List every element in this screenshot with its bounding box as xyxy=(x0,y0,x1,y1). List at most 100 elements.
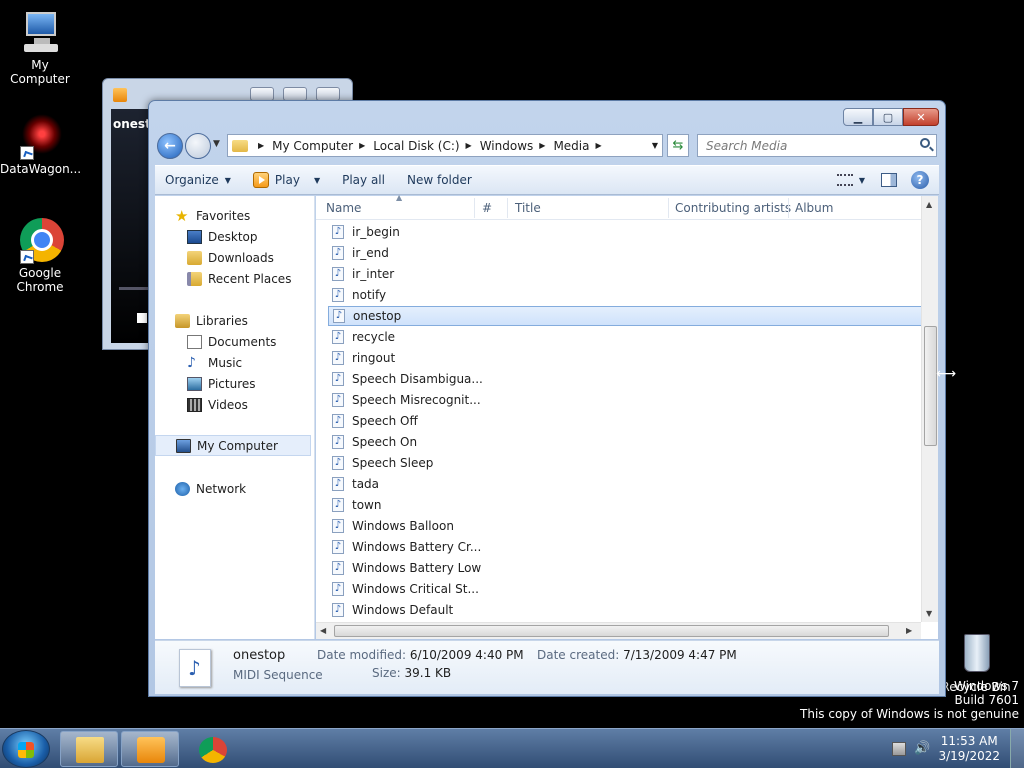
desktop-icon-my-computer[interactable]: My Computer xyxy=(0,8,80,86)
file-row[interactable]: ♪ notify xyxy=(328,285,922,305)
column-divider[interactable] xyxy=(474,198,475,218)
file-row[interactable]: ♪ Speech Disambigua... xyxy=(328,369,922,389)
scroll-up-icon[interactable]: ▲ xyxy=(926,200,932,209)
search-input[interactable]: Search Media xyxy=(706,139,787,153)
recent-pages-dropdown[interactable]: ▼ xyxy=(213,139,220,149)
play-all-button[interactable]: Play all xyxy=(342,173,385,187)
maximize-button[interactable] xyxy=(283,87,307,101)
nav-item-my-computer[interactable]: My Computer xyxy=(155,435,311,456)
minimize-button[interactable] xyxy=(250,87,274,101)
forward-button[interactable] xyxy=(185,133,211,159)
file-row[interactable]: ♪ ir_end xyxy=(328,243,922,263)
column-header-number[interactable]: # xyxy=(482,201,492,215)
organize-button[interactable]: Organize ▼ xyxy=(165,173,231,187)
file-row[interactable]: ♪ Windows Battery Low xyxy=(328,558,922,578)
desktop-icon-datawagon[interactable]: DataWagon... xyxy=(0,112,81,176)
scroll-down-icon[interactable]: ▼ xyxy=(926,609,932,618)
music-note-icon: ♪ xyxy=(187,354,196,371)
breadcrumb-separator-icon[interactable]: ▶ xyxy=(466,141,472,150)
column-header-title[interactable]: Title xyxy=(515,201,541,215)
file-row[interactable]: ♪ Windows Default xyxy=(328,600,922,620)
scroll-left-icon[interactable]: ◀ xyxy=(320,626,326,635)
file-row[interactable]: ♪ Windows Battery Cr... xyxy=(328,537,922,557)
network-status-icon[interactable] xyxy=(892,742,906,756)
breadcrumb-windows[interactable]: Windows xyxy=(480,139,534,153)
breadcrumb-separator-icon[interactable]: ▶ xyxy=(359,141,365,150)
file-row[interactable]: ♪ Speech Sleep xyxy=(328,453,922,473)
breadcrumb-separator-icon[interactable]: ▶ xyxy=(258,141,264,150)
vertical-scroll-thumb[interactable] xyxy=(924,326,937,446)
close-button[interactable]: ✕ xyxy=(903,108,939,126)
minimize-button[interactable]: ▁ xyxy=(843,108,873,126)
clock[interactable]: 11:53 AM 3/19/2022 xyxy=(938,734,1000,764)
file-row[interactable]: ♪ Windows Critical St... xyxy=(328,579,922,599)
taskbar-media-player-button[interactable] xyxy=(121,731,179,767)
column-divider[interactable] xyxy=(507,198,508,218)
nav-item-favorites[interactable]: ★ Favorites xyxy=(155,205,311,226)
column-header-name[interactable]: Name xyxy=(326,201,361,215)
nav-item-videos[interactable]: Videos xyxy=(155,394,311,415)
volume-icon[interactable]: 🔊 xyxy=(914,742,930,756)
file-row[interactable]: ♪ ir_begin xyxy=(328,222,922,242)
taskbar-chrome-button[interactable] xyxy=(183,731,241,767)
play-button[interactable]: Play ▼ xyxy=(252,172,320,188)
nav-item-network[interactable]: Network xyxy=(155,478,311,499)
maximize-button[interactable]: ▢ xyxy=(873,108,903,126)
column-header-album[interactable]: Album xyxy=(795,201,833,215)
preview-pane-icon[interactable] xyxy=(881,173,897,187)
vertical-scrollbar[interactable]: ▲ ▼ xyxy=(921,196,938,622)
size-label: Size: xyxy=(372,666,401,680)
start-button[interactable] xyxy=(2,730,50,768)
search-icon[interactable] xyxy=(920,138,930,148)
views-icon[interactable] xyxy=(836,174,853,186)
nav-item-libraries[interactable]: Libraries xyxy=(155,310,311,331)
nav-item-downloads[interactable]: Downloads xyxy=(155,247,311,268)
explorer-window[interactable]: ▁ ▢ ✕ ← ▼ ▶ My Computer ▶ Local Disk (C:… xyxy=(148,100,946,697)
nav-item-music[interactable]: ♪ Music xyxy=(155,352,311,373)
watermark-line: This copy of Windows is not genuine xyxy=(800,707,1019,721)
play-all-label: Play all xyxy=(342,173,385,187)
file-row[interactable]: ♪ onestop xyxy=(328,306,922,326)
desktop-icon-google-chrome[interactable]: Google Chrome xyxy=(0,216,80,294)
audio-file-icon: ♪ xyxy=(332,393,344,407)
stop-button[interactable] xyxy=(137,313,147,323)
search-box[interactable]: Search Media xyxy=(697,134,937,157)
file-row[interactable]: ♪ Speech Off xyxy=(328,411,922,431)
nav-item-recent-places[interactable]: Recent Places xyxy=(155,268,311,289)
address-dropdown-icon[interactable]: ▼ xyxy=(652,141,658,150)
chevron-down-icon[interactable]: ▼ xyxy=(859,176,865,185)
nav-item-pictures[interactable]: Pictures xyxy=(155,373,311,394)
file-row[interactable]: ♪ Speech On xyxy=(328,432,922,452)
file-name: Windows Balloon xyxy=(352,519,454,533)
nav-item-label: Network xyxy=(196,481,247,496)
file-row[interactable]: ♪ town xyxy=(328,495,922,515)
taskbar-explorer-button[interactable] xyxy=(60,731,118,767)
breadcrumb-separator-icon[interactable]: ▶ xyxy=(595,141,601,150)
breadcrumb-media[interactable]: Media xyxy=(553,139,589,153)
breadcrumb-separator-icon[interactable]: ▶ xyxy=(539,141,545,150)
help-icon[interactable]: ? xyxy=(911,171,929,189)
chevron-down-icon[interactable]: ▼ xyxy=(314,176,320,185)
column-header-contributing-artists[interactable]: Contributing artists xyxy=(675,201,791,215)
close-button[interactable] xyxy=(316,87,340,101)
file-row[interactable]: ♪ Speech Misrecognit... xyxy=(328,390,922,410)
address-bar[interactable]: ▶ My Computer ▶ Local Disk (C:) ▶ Window… xyxy=(227,134,663,157)
file-row[interactable]: ♪ ir_inter xyxy=(328,264,922,284)
nav-item-desktop[interactable]: Desktop xyxy=(155,226,311,247)
file-row[interactable]: ♪ Windows Balloon xyxy=(328,516,922,536)
breadcrumb-local-disk[interactable]: Local Disk (C:) xyxy=(373,139,459,153)
file-row[interactable]: ♪ recycle xyxy=(328,327,922,347)
scroll-right-icon[interactable]: ▶ xyxy=(906,626,912,635)
nav-item-documents[interactable]: Documents xyxy=(155,331,311,352)
new-folder-button[interactable]: New folder xyxy=(407,173,472,187)
column-divider[interactable] xyxy=(668,198,669,218)
file-row[interactable]: ♪ ringout xyxy=(328,348,922,368)
horizontal-scrollbar[interactable]: ◀ ▶ xyxy=(316,622,921,639)
file-row[interactable]: ♪ tada xyxy=(328,474,922,494)
column-divider[interactable] xyxy=(788,198,789,218)
breadcrumb-my-computer[interactable]: My Computer xyxy=(272,139,353,153)
refresh-button[interactable]: ⇆ xyxy=(667,134,689,157)
show-desktop-button[interactable] xyxy=(1010,729,1024,768)
back-button[interactable]: ← xyxy=(157,133,183,159)
horizontal-scroll-thumb[interactable] xyxy=(334,625,889,637)
